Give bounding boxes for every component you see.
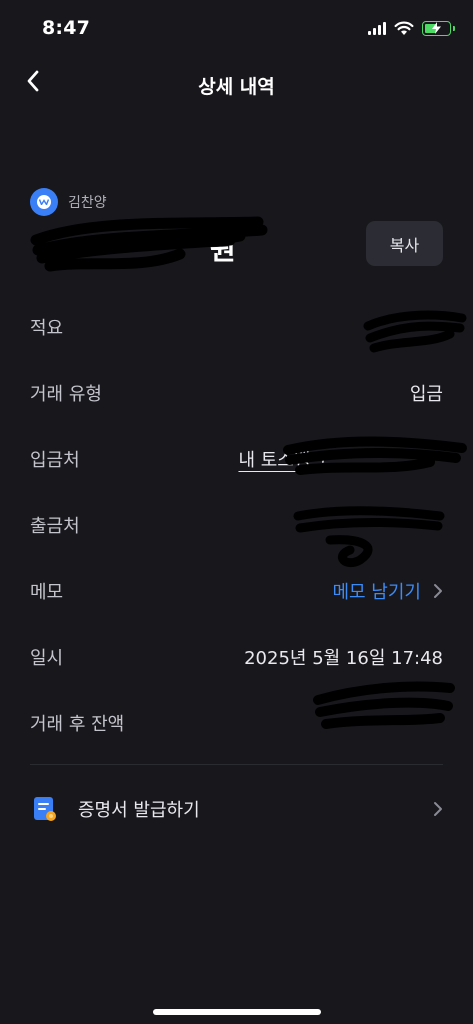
home-indicator[interactable]: [152, 1009, 321, 1015]
counterparty-name: 김찬양: [68, 195, 107, 211]
status-bar: 8:47: [0, 0, 473, 58]
detail-value: 입금: [409, 384, 443, 405]
memo-action[interactable]: 메모 남기기: [332, 578, 443, 604]
redaction-scribble: [363, 310, 467, 353]
redaction-scribble: [293, 506, 445, 568]
detail-label: 출금처: [30, 516, 80, 537]
detail-label: 입금처: [30, 450, 80, 471]
document-certificate-icon: [30, 794, 60, 824]
redaction-scribble: [283, 436, 467, 475]
detail-value: 2025년 5월 16일 17:48: [244, 648, 443, 669]
redaction-scribble: [313, 681, 455, 729]
nav-bar: 상세 내역: [0, 58, 473, 108]
detail-label: 거래 후 잔액: [30, 714, 125, 735]
detail-label: 거래 유형: [30, 384, 102, 405]
chevron-right-icon: [434, 802, 442, 816]
status-icons: [368, 21, 455, 36]
transaction-detail-screen: 8:47 상세 내역 김찬양 원 복사 적요 거래 유형 입금 입금처 내 토스…: [0, 0, 473, 1024]
leave-memo-link[interactable]: 메모 남기기: [332, 578, 421, 604]
page-title: 상세 내역: [198, 76, 275, 98]
redaction-scribble: [30, 216, 268, 272]
chevron-right-icon: [434, 584, 442, 598]
issue-certificate-row[interactable]: 증명서 발급하기: [30, 780, 443, 838]
divider: [30, 764, 443, 765]
battery-charging-icon: [422, 21, 455, 36]
detail-label: 적요: [30, 318, 64, 339]
cellular-signal-icon: [368, 22, 386, 35]
detail-row-transaction-type: 거래 유형 입금: [30, 360, 443, 426]
detail-label: 메모: [30, 582, 64, 603]
copy-button[interactable]: 복사: [366, 221, 443, 266]
detail-label: 일시: [30, 648, 64, 669]
status-time: 8:47: [42, 17, 91, 39]
issue-certificate-label: 증명서 발급하기: [78, 800, 200, 821]
wifi-icon: [394, 21, 414, 35]
